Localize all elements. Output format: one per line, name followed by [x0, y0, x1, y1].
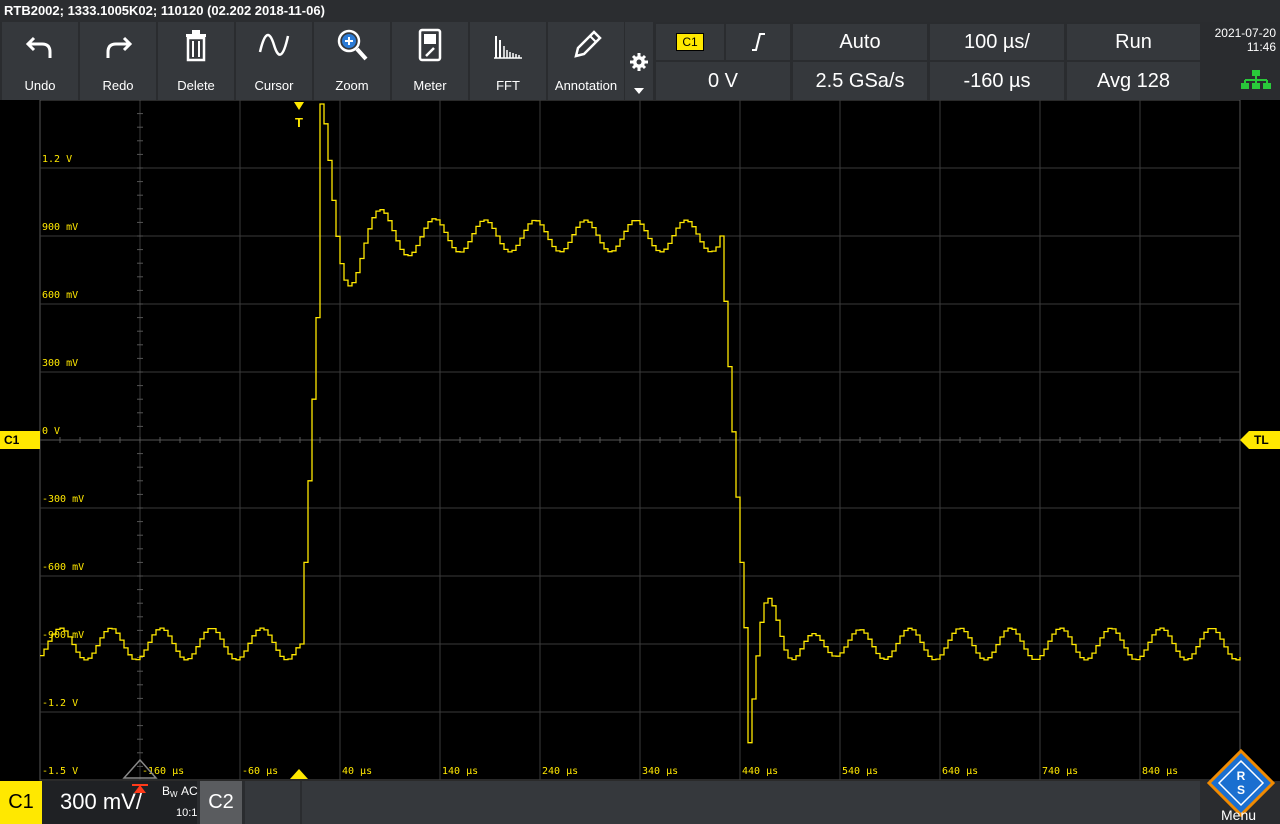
- x-tick-label: 540 µs: [842, 766, 878, 777]
- probe-ratio: 10:1: [176, 807, 198, 819]
- x-tick-label: 140 µs: [442, 766, 478, 777]
- trash-icon: [186, 30, 206, 62]
- sample-rate: 2.5 GSa/s: [815, 70, 905, 92]
- x-tick-label: 340 µs: [642, 766, 678, 777]
- meter-icon: [418, 28, 442, 62]
- trigger-source-cell[interactable]: C1: [656, 24, 724, 60]
- status-area: [302, 781, 1200, 824]
- acquire-mode-cell[interactable]: Avg 128: [1067, 62, 1200, 100]
- annotation-button[interactable]: Annotation: [548, 22, 624, 100]
- redo-label: Redo: [102, 78, 134, 93]
- fft-label: FFT: [496, 78, 520, 93]
- trigger-mode: Auto: [839, 31, 881, 53]
- y-tick-label: 1.2 V: [42, 154, 72, 165]
- x-tick-label: 840 µs: [1142, 766, 1178, 777]
- trigger-level: 0 V: [707, 70, 739, 92]
- menu-button[interactable]: R S Menu: [1203, 747, 1280, 824]
- trigger-mode-cell[interactable]: Auto: [793, 24, 927, 60]
- cursor-label: Cursor: [254, 78, 294, 93]
- channel1-button[interactable]: C1: [0, 781, 42, 824]
- y-tick-label: -900 mV: [42, 630, 84, 641]
- cursor-wave-icon: [258, 33, 290, 56]
- undo-label: Undo: [24, 78, 56, 93]
- undo-icon: [25, 36, 52, 58]
- fft-spectrum-icon: [494, 36, 522, 59]
- svg-text:R: R: [1237, 769, 1246, 783]
- cursor-button[interactable]: Cursor: [236, 22, 312, 100]
- coupling-label: AC: [181, 784, 198, 798]
- clock: 2021-07-20 11:46: [1203, 22, 1280, 100]
- svg-text:S: S: [1237, 783, 1245, 797]
- sample-rate-cell[interactable]: 2.5 GSa/s: [793, 62, 927, 100]
- trigger-source-badge: C1: [676, 33, 704, 51]
- annotation-label: Annotation: [554, 78, 618, 93]
- y-tick-label: -1.5 V: [42, 766, 78, 777]
- rising-edge-icon: [752, 33, 765, 51]
- x-tick-label: -160 µs: [142, 766, 184, 777]
- horizontal-position: -160 µs: [963, 70, 1031, 92]
- run-stop-cell[interactable]: Run: [1067, 24, 1200, 60]
- channel1-scale-panel[interactable]: 300 mV/ B W AC 10:1: [42, 781, 198, 824]
- timebase: 100 µs/: [963, 31, 1030, 53]
- y-tick-label: 600 mV: [42, 290, 78, 301]
- meter-label: Meter: [413, 78, 447, 93]
- trigger-marker-label: T: [295, 115, 303, 130]
- delete-label: Delete: [177, 78, 215, 93]
- redo-button[interactable]: Redo: [80, 22, 156, 100]
- channel-slot-empty[interactable]: [245, 781, 300, 824]
- delete-button[interactable]: Delete: [158, 22, 234, 100]
- channel1-marker-label: C1: [4, 433, 20, 447]
- horizontal-position-cell[interactable]: -160 µs: [930, 62, 1064, 100]
- y-tick-label: -1.2 V: [42, 698, 78, 709]
- y-tick-label: 900 mV: [42, 222, 78, 233]
- trigger-level-cell[interactable]: 0 V: [656, 62, 790, 100]
- waveform-grid: 1.2 V 900 mV 600 mV 300 mV 0 V -300 mV -600 mV…: [39, 100, 1241, 781]
- y-axis-labels: 1.2 V 900 mV 600 mV 300 mV 0 V -300 mV -600 mV…: [42, 154, 84, 777]
- trigger-level-marker-label: TL: [1254, 433, 1269, 447]
- dropdown-arrow-icon: [634, 88, 644, 94]
- bandwidth-limit-icon: [132, 784, 148, 793]
- trigger-position-arrow[interactable]: [294, 102, 304, 110]
- zoom-label: Zoom: [335, 78, 369, 93]
- channel1-offset-marker[interactable]: C1: [0, 431, 40, 449]
- x-tick-label: -60 µs: [242, 766, 278, 777]
- x-tick-label: 740 µs: [1042, 766, 1078, 777]
- y-tick-label: 0 V: [42, 426, 60, 437]
- zoom-button[interactable]: Zoom: [314, 22, 390, 100]
- channel2-button[interactable]: C2: [200, 781, 242, 824]
- clock-time: 11:46: [1246, 40, 1276, 54]
- clock-date: 2021-07-20: [1214, 26, 1276, 40]
- meter-button[interactable]: Meter: [392, 22, 468, 100]
- y-tick-label: -300 mV: [42, 494, 84, 505]
- bandwidth-label: B: [162, 784, 171, 798]
- zoom-icon: [337, 29, 368, 61]
- settings-button[interactable]: [625, 22, 653, 100]
- trigger-level-marker[interactable]: TL: [1240, 431, 1280, 449]
- window-title: RTB2002; 1333.1005K02; 110120 (02.202 20…: [0, 0, 1280, 22]
- y-tick-label: -600 mV: [42, 562, 84, 573]
- fft-button[interactable]: FFT: [470, 22, 546, 100]
- channel1-scale: 300 mV/: [60, 789, 142, 814]
- pencil-icon: [574, 30, 602, 58]
- x-tick-label: 640 µs: [942, 766, 978, 777]
- menu-label: Menu: [1221, 807, 1257, 823]
- y-tick-label: 300 mV: [42, 358, 78, 369]
- channel-bar: C1 300 mV/ B W AC 10:1 C2 R S Menu: [0, 748, 1280, 824]
- bandwidth-subscript: W: [170, 790, 178, 799]
- run-state: Run: [1115, 31, 1152, 53]
- trigger-position-bottom-marker[interactable]: [290, 769, 308, 779]
- redo-icon: [106, 36, 133, 58]
- waveform-display[interactable]: 1.2 V 900 mV 600 mV 300 mV 0 V -300 mV -600 mV…: [0, 100, 1280, 781]
- network-icon: [1241, 70, 1271, 89]
- acquire-mode: Avg 128: [1096, 70, 1171, 92]
- x-tick-label: 240 µs: [542, 766, 578, 777]
- timebase-cell[interactable]: 100 µs/: [930, 24, 1064, 60]
- x-tick-label: 440 µs: [742, 766, 778, 777]
- gear-icon: [630, 53, 648, 71]
- trigger-slope-cell[interactable]: [726, 24, 790, 60]
- undo-button[interactable]: Undo: [2, 22, 78, 100]
- grid-lines: [39, 100, 1241, 780]
- x-tick-label: 40 µs: [342, 766, 372, 777]
